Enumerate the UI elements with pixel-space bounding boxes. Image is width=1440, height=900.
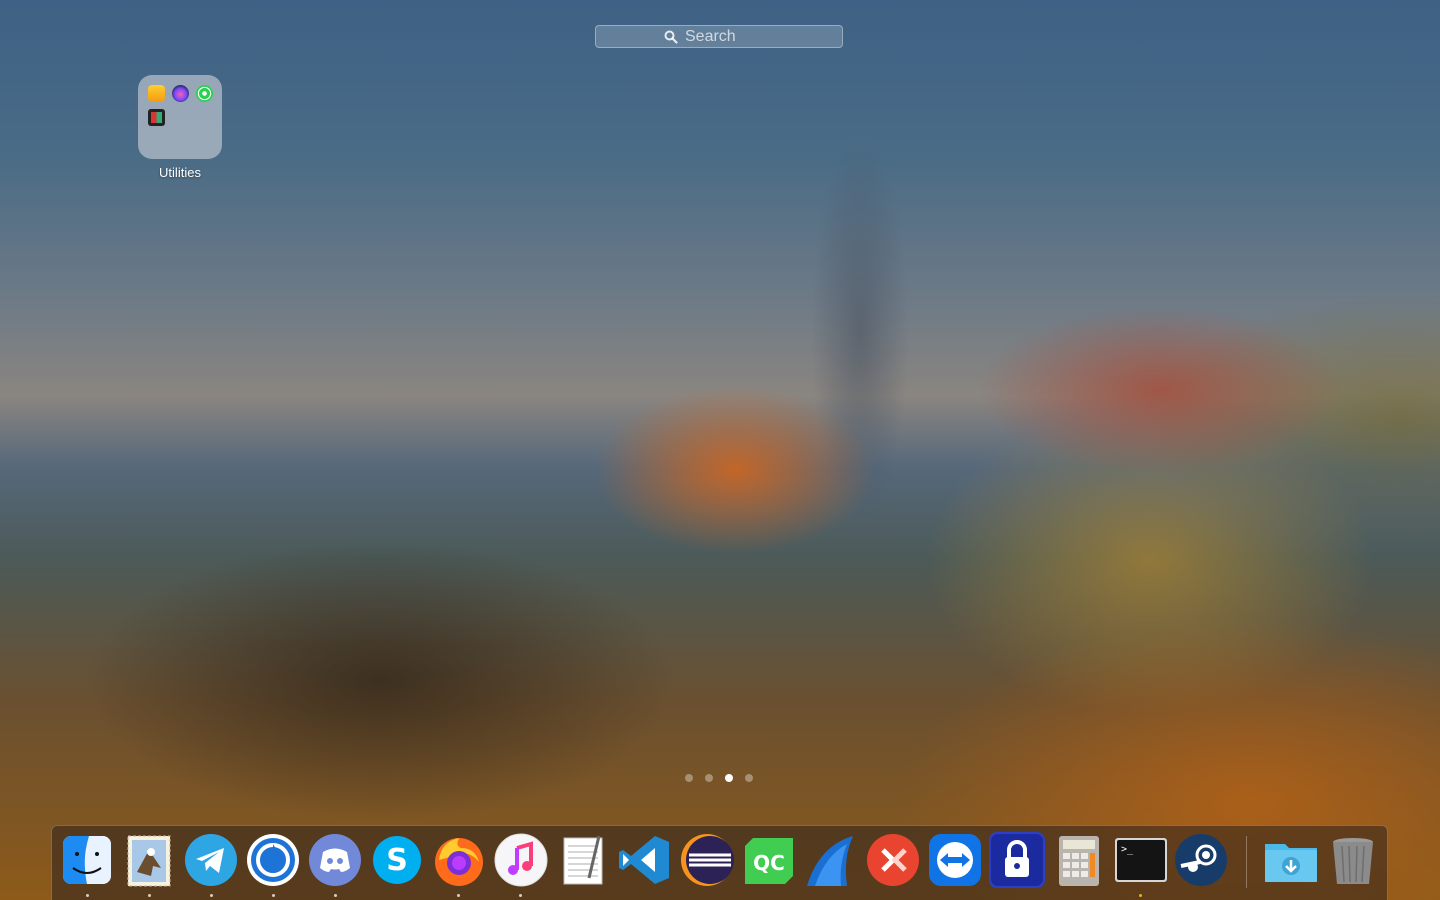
running-indicator xyxy=(519,894,522,897)
folder-label: Utilities xyxy=(159,165,201,180)
search-input[interactable] xyxy=(685,27,775,46)
teamviewer-icon[interactable] xyxy=(927,832,983,888)
running-indicator xyxy=(272,894,275,897)
photo-booth-icon xyxy=(148,109,165,126)
steam-icon[interactable] xyxy=(1173,832,1229,888)
firefox-icon[interactable] xyxy=(431,832,487,888)
search-icon xyxy=(664,30,678,44)
running-indicator xyxy=(1139,894,1142,897)
itunes-icon[interactable] xyxy=(493,832,549,888)
skype-icon[interactable]: S xyxy=(369,832,425,888)
telegram-icon[interactable] xyxy=(183,832,239,888)
search-field[interactable] xyxy=(595,25,843,48)
page-dot-active[interactable] xyxy=(725,774,733,782)
wireshark-icon[interactable] xyxy=(803,832,859,888)
running-indicator xyxy=(86,894,89,897)
find-my-icon xyxy=(196,85,213,102)
siri-icon xyxy=(172,85,189,102)
eclipse-icon[interactable] xyxy=(679,832,735,888)
page-dot[interactable] xyxy=(705,774,713,782)
running-indicator xyxy=(457,894,460,897)
mattermost-icon[interactable] xyxy=(245,832,301,888)
svg-text:QC: QC xyxy=(753,851,785,875)
page-dot[interactable] xyxy=(745,774,753,782)
terminal-icon[interactable]: >_ xyxy=(1113,832,1169,888)
textedit-icon[interactable] xyxy=(555,832,611,888)
qt-creator-icon[interactable]: QC xyxy=(741,832,797,888)
launchpad-screen: Utilities xyxy=(0,0,1440,900)
mail-icon[interactable] xyxy=(121,832,177,888)
home-icon xyxy=(148,85,165,102)
trash-icon[interactable] xyxy=(1325,832,1381,888)
utilities-folder[interactable] xyxy=(138,75,222,159)
page-dot[interactable] xyxy=(685,774,693,782)
discord-icon[interactable] xyxy=(307,832,363,888)
downloads-folder-icon[interactable] xyxy=(1263,832,1319,888)
calculator-icon[interactable] xyxy=(1051,832,1107,888)
running-indicator xyxy=(334,894,337,897)
vscode-icon[interactable] xyxy=(617,832,673,888)
running-indicator xyxy=(210,894,213,897)
running-indicator xyxy=(148,894,151,897)
remote-desktop-icon[interactable] xyxy=(865,832,921,888)
svg-text:S: S xyxy=(386,843,408,878)
password-lock-icon[interactable] xyxy=(989,832,1045,888)
finder-icon[interactable] xyxy=(59,832,115,888)
dock-separator xyxy=(1246,836,1247,888)
terminal-prompt-text: >_ xyxy=(1121,844,1134,855)
